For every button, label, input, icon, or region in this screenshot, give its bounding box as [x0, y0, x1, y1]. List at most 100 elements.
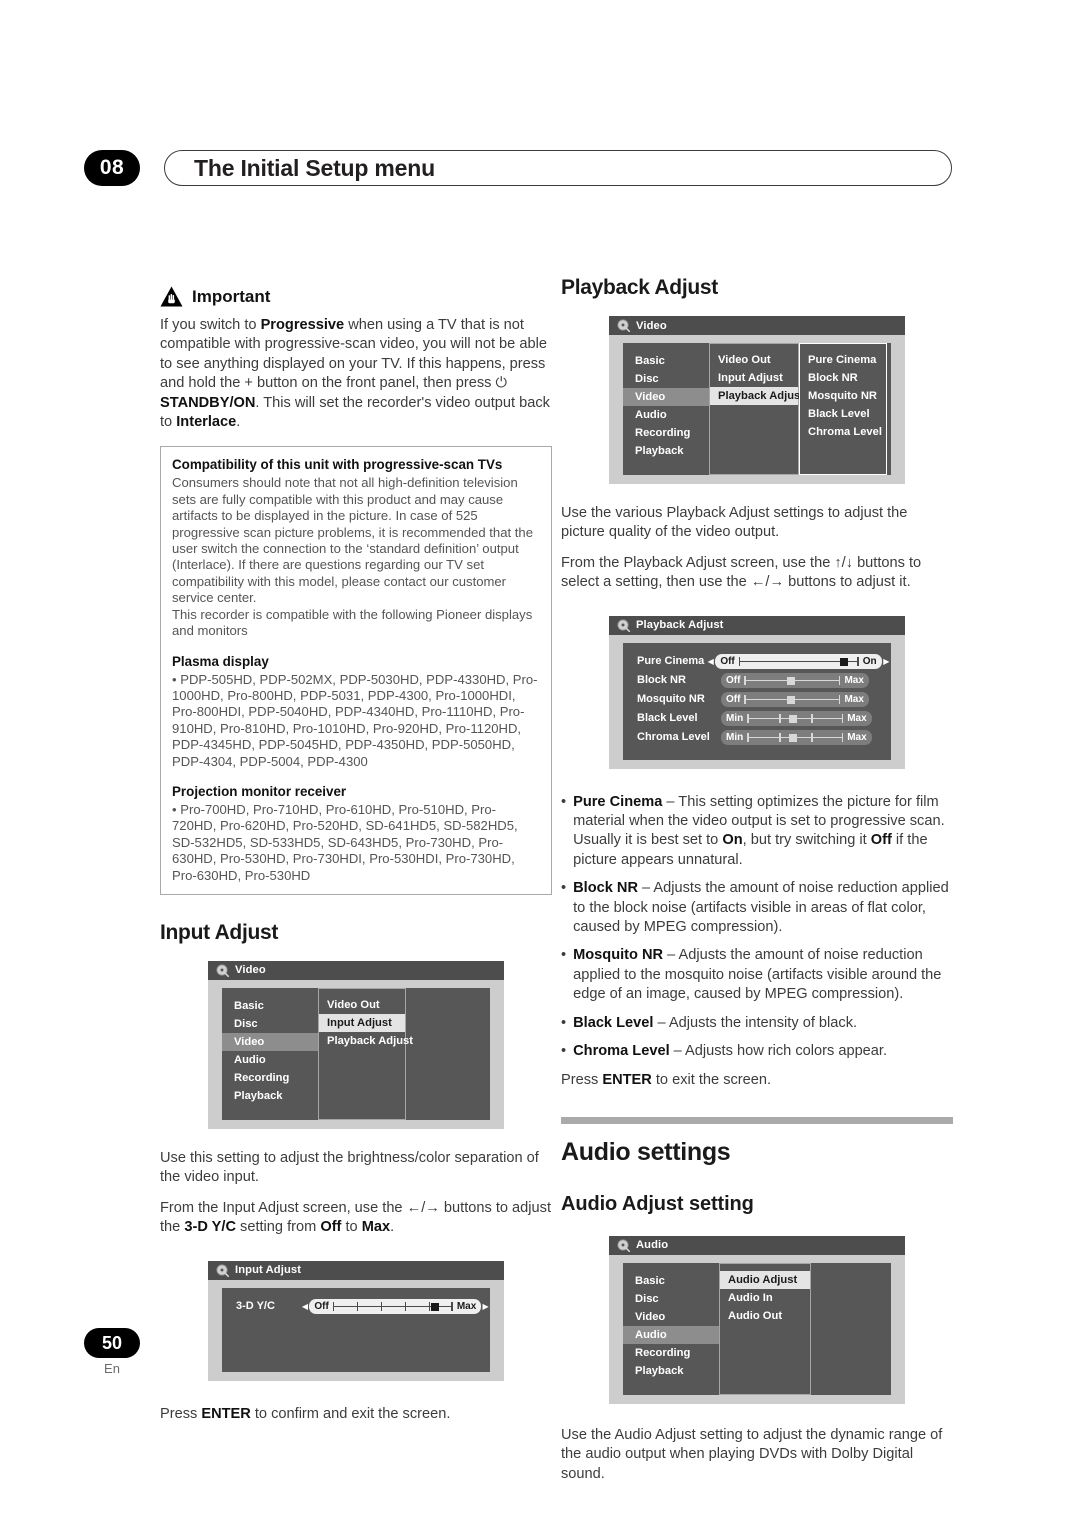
slider-rows[interactable]: 3-D Y/C ◀ Off Max ▶	[222, 1287, 490, 1372]
input-adjust-paragraph-2: From the Input Adjust screen, use the ←/…	[160, 1199, 551, 1236]
bullet-text: Block NR – Adjusts the amount of noise r…	[573, 880, 949, 936]
slider-control[interactable]: Min Max	[721, 710, 872, 726]
slider-titlebar-label: Playback Adjust	[636, 619, 724, 632]
osd-menu-item[interactable]: Audio	[623, 406, 709, 424]
osd-body: Basic Disc Video Audio Recording Playback Vid…	[609, 335, 905, 475]
osd-menu-item[interactable]: Video	[222, 1032, 318, 1051]
osd-menu-item[interactable]: Audio	[222, 1051, 318, 1069]
osd-menu-item[interactable]: Video Out	[319, 996, 405, 1014]
right-arrow-icon[interactable]: ▶	[882, 657, 891, 666]
osd-menu-item[interactable]: Video Out	[710, 351, 798, 369]
slider-control[interactable]: Off Max	[309, 1298, 482, 1314]
osd-menu-item[interactable]: Playback Adjust	[319, 1032, 413, 1050]
slider-label: Black Level	[637, 712, 698, 725]
playback-menu-wrapper: Video Basic Disc Video Audio Recording Playba…	[561, 316, 953, 484]
important-heading: Important	[160, 286, 552, 307]
slider-row[interactable]: 3-D Y/C ◀ Off Max ▶	[222, 1298, 490, 1315]
slider-control[interactable]: Off Max	[721, 672, 869, 688]
osd-submenu-column[interactable]: Audio Adjust Audio In Audio Out	[719, 1262, 811, 1395]
osd-menu-item[interactable]: Recording	[623, 424, 709, 442]
spacer-after-input-menu	[160, 1129, 552, 1149]
osd-menu-item[interactable]: Input Adjust	[710, 369, 798, 387]
osd-menu-item[interactable]: Pure Cinema	[800, 351, 886, 369]
osd-category-column[interactable]: Basic Disc Video Audio Recording Playback	[623, 343, 709, 475]
slider-control[interactable]: Min Max	[721, 729, 872, 745]
audio-adjust-subheading: Audio Adjust setting	[561, 1192, 754, 1215]
left-arrow-icon[interactable]: ◀	[706, 657, 715, 666]
slider-track[interactable]	[744, 675, 841, 686]
slider-track[interactable]	[744, 694, 841, 705]
infobox-paragraph-2: This recorder is compatible with the fol…	[172, 606, 533, 639]
audio-adjust-osd-menu: Audio Basic Disc Video Audio Recording Playba…	[609, 1235, 905, 1404]
osd-menu-item[interactable]: Playback	[623, 442, 709, 460]
osd-menu-item[interactable]: Chroma Level	[800, 423, 886, 441]
osd-menu-item[interactable]: Mosquito NR	[800, 387, 886, 405]
osd-category-column[interactable]: Basic Disc Video Audio Recording Playback	[623, 1263, 719, 1395]
slider-row[interactable]: Pure Cinema ◀ Off On ▶	[623, 653, 891, 670]
playback-adjust-osd-menu: Video Basic Disc Video Audio Recording Playba…	[609, 316, 905, 484]
osd-submenu-column[interactable]: Video Out Input Adjust Playback Adjust	[318, 987, 413, 1120]
slider-min-label: Off	[726, 674, 741, 686]
slider-track[interactable]	[747, 713, 844, 724]
important-label: Important	[192, 286, 271, 306]
left-arrow-icon[interactable]: ◀	[301, 1302, 310, 1311]
input-slider-wrapper: Input Adjust 3-D Y/C ◀ Off Max ▶	[160, 1260, 552, 1381]
page-header: 08 The Initial Setup menu	[84, 150, 952, 190]
osd-menu-item[interactable]: Disc	[623, 370, 709, 388]
osd-menu-item[interactable]: Recording	[623, 1344, 719, 1362]
osd-inner: Basic Disc Video Audio Recording Playback Vid…	[623, 343, 891, 475]
slider-row[interactable]: Mosquito NR◀OffMax▶	[623, 691, 891, 708]
osd-menu-item[interactable]: Audio Out	[720, 1307, 810, 1325]
slider-row[interactable]: Black Level◀MinMax▶	[623, 710, 891, 727]
slider-min-label: Min	[726, 712, 744, 724]
osd-titlebar: Video	[208, 960, 504, 980]
spacer-before-audio-settings	[561, 1101, 953, 1117]
slider-control[interactable]: Off On	[715, 653, 882, 669]
osd-menu-item[interactable]: Disc	[222, 1015, 318, 1033]
slider-track[interactable]	[332, 1301, 453, 1312]
osd-category-column[interactable]: Basic Disc Video Audio Recording Playback	[222, 988, 318, 1120]
slider-track[interactable]	[747, 732, 844, 743]
osd-menu-item[interactable]: Audio In	[720, 1289, 810, 1307]
page-footer: 50 En	[84, 1328, 140, 1376]
osd-menu-item[interactable]: Disc	[623, 1290, 719, 1308]
projection-monitor-list: • Pro-700HD, Pro-710HD, Pro-610HD, Pro-5…	[172, 801, 518, 883]
slider-rows[interactable]: Pure Cinema◀ Off On ▶ Block NR ◀ Off Max ▶ Mosqui…	[623, 642, 891, 760]
osd-menu-item[interactable]: Audio	[623, 1325, 719, 1344]
osd-menu-item[interactable]: Audio Adjust	[720, 1270, 810, 1289]
osd-menu-item[interactable]: Input Adjust	[319, 1013, 405, 1032]
bullet-marker: •	[561, 1043, 567, 1060]
bullet-item: • Pure Cinema – This setting optimizes th…	[561, 793, 953, 871]
osd-menu-item[interactable]: Video	[623, 1308, 719, 1326]
slider-row[interactable]: Block NR◀OffMax▶	[623, 672, 891, 689]
osd-menu-item[interactable]: Playback Adjust	[710, 387, 804, 405]
slider-max-label: Max	[844, 693, 864, 705]
osd-menu-item[interactable]: Basic	[623, 1272, 719, 1290]
osd-menu-item[interactable]: Black Level	[800, 405, 886, 423]
osd-menu-item[interactable]: Playback	[222, 1087, 318, 1105]
slider-body: 3-D Y/C ◀ Off Max ▶	[208, 1279, 504, 1381]
bullet-marker: •	[561, 947, 567, 964]
left-column: Important If you switch to Progressive w…	[160, 286, 552, 1435]
infobox-paragraph-1: Consumers should note that not all high-…	[172, 475, 533, 606]
slider-track[interactable]	[738, 656, 859, 667]
plasma-display-list: • PDP-505HD, PDP-502MX, PDP-5030HD, PDP-…	[172, 671, 538, 769]
osd-options-column[interactable]: Pure Cinema Block NR Mosquito NR Black Leve…	[799, 343, 887, 475]
osd-menu-item[interactable]: Basic	[222, 997, 318, 1015]
bullet-marker: •	[561, 880, 567, 897]
slider-titlebar: Playback Adjust	[609, 615, 905, 635]
osd-menu-item[interactable]: Video	[623, 388, 709, 406]
osd-menu-item[interactable]: Basic	[623, 352, 709, 370]
osd-menu-item[interactable]: Block NR	[800, 369, 886, 387]
osd-menu-item[interactable]: Playback	[623, 1362, 719, 1380]
right-arrow-icon[interactable]: ▶	[481, 1302, 490, 1311]
slider-control[interactable]: Off Max	[721, 691, 869, 707]
osd-submenu-column[interactable]: Video Out Input Adjust Playback Adjust	[709, 343, 804, 475]
spacer-after-input-slider	[160, 1381, 552, 1405]
audio-menu-wrapper: Audio Basic Disc Video Audio Recording Playba…	[561, 1235, 953, 1404]
osd-inner: Basic Disc Video Audio Recording Playback Aud…	[623, 1262, 891, 1395]
slider-row[interactable]: Chroma Level◀MinMax▶	[623, 729, 891, 746]
osd-menu-item[interactable]: Recording	[222, 1069, 318, 1087]
slider-titlebar-label: Input Adjust	[235, 1264, 302, 1277]
page-title: The Initial Setup menu	[194, 154, 435, 181]
